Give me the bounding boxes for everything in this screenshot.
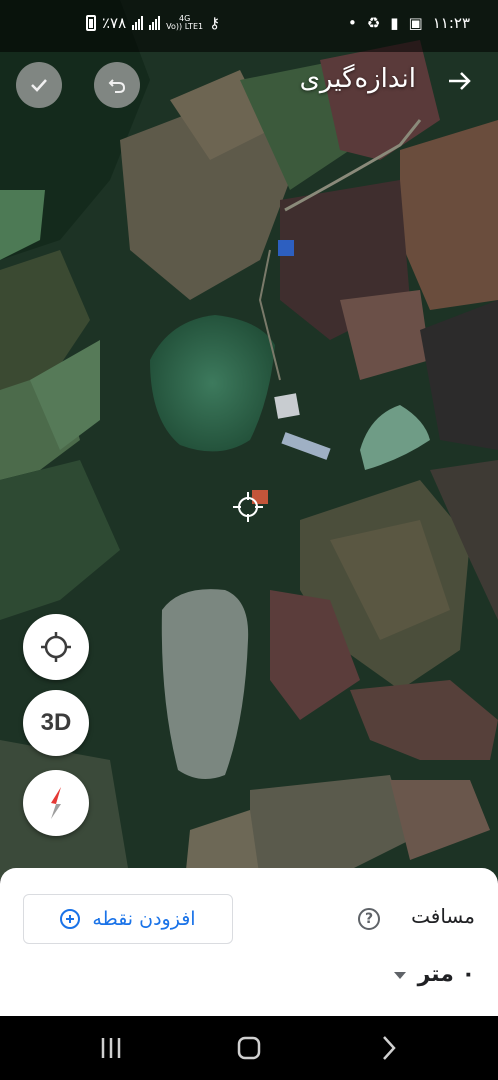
my-location-button[interactable] (23, 614, 89, 680)
unit-dropdown-icon[interactable] (394, 972, 406, 979)
navigation-bar (0, 1016, 498, 1080)
undo-button[interactable] (94, 62, 140, 108)
status-right: • ♻ ▮ ▣ ۱۱:۲۳ (348, 14, 470, 32)
page-title: اندازه‌گیری (299, 64, 416, 94)
add-point-label: افزودن نقطه (92, 908, 196, 930)
back-nav-button[interactable] (376, 1034, 402, 1062)
network-type: 4G Vo)) LTE1 (166, 15, 203, 31)
my-location-icon (41, 632, 71, 662)
arrow-right-icon (449, 72, 471, 90)
network-bottom: Vo)) LTE1 (166, 22, 204, 31)
undo-icon (108, 79, 126, 93)
dot-icon: • (347, 14, 357, 32)
compass-button[interactable] (23, 770, 89, 836)
status-left: ٪۷۸ 4G Vo)) LTE1 ⚷ (86, 14, 220, 32)
battery-percent: ٪۷۸ (102, 14, 127, 32)
home-icon (237, 1036, 261, 1060)
back-button[interactable] (444, 66, 474, 96)
key-icon: ⚷ (209, 14, 221, 32)
image-icon: ▣ (408, 14, 423, 32)
recent-apps-button[interactable] (98, 1034, 124, 1062)
message-icon: ▮ (390, 14, 399, 32)
add-circle-icon (60, 909, 81, 929)
3d-label: 3D (40, 709, 72, 736)
3d-toggle-button[interactable]: 3D (23, 690, 89, 756)
confirm-button[interactable] (16, 62, 62, 108)
battery-icon (86, 15, 96, 31)
distance-value[interactable]: ۰ متر (418, 962, 475, 987)
check-icon (31, 79, 47, 92)
signal-icon-2 (149, 16, 161, 30)
home-button[interactable] (234, 1034, 264, 1062)
measure-sheet: افزودن نقطه مسافت ? ۰ متر (0, 868, 498, 1016)
clock: ۱۱:۲۳ (432, 14, 470, 32)
distance-label: مسافت (411, 904, 475, 928)
crosshair-icon (233, 492, 263, 522)
status-bar: ٪۷۸ 4G Vo)) LTE1 ⚷ • ♻ ▮ ▣ ۱۱:۲۳ (0, 0, 498, 52)
help-icon[interactable]: ? (358, 908, 380, 930)
back-icon (383, 1036, 396, 1060)
compass-icon (51, 787, 61, 819)
add-point-button[interactable]: افزودن نقطه (23, 894, 233, 944)
signal-icon (132, 16, 144, 30)
sync-icon: ♻ (366, 14, 381, 32)
recent-apps-icon (101, 1038, 121, 1058)
